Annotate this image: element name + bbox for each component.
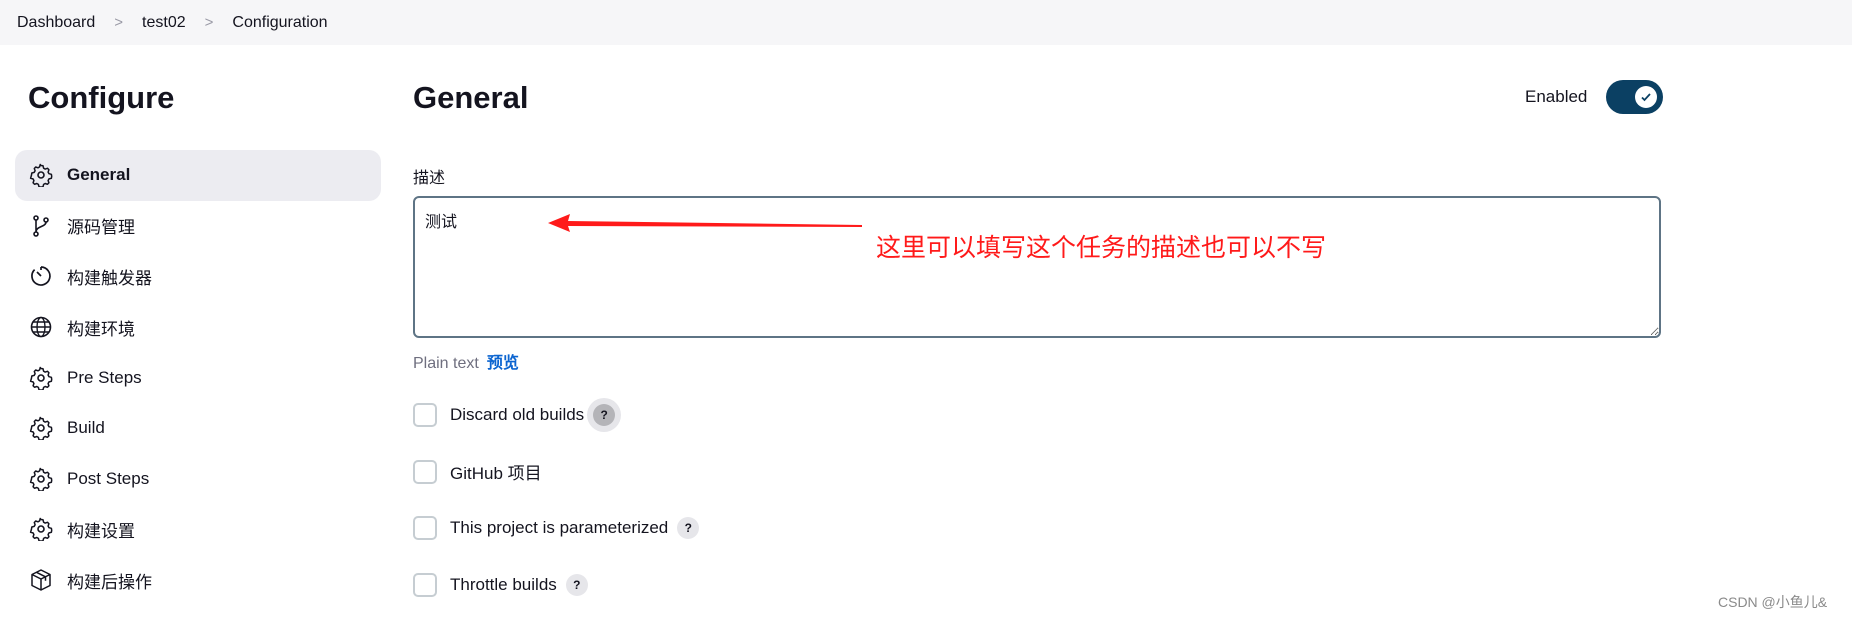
option-checkbox-row: GitHub 项目 bbox=[413, 459, 542, 484]
plain-text-label: Plain text bbox=[413, 355, 479, 372]
enabled-toggle[interactable] bbox=[1606, 80, 1664, 114]
description-label: 描述 bbox=[413, 170, 446, 187]
sidebar-item-1[interactable]: 源码管理 bbox=[15, 201, 381, 252]
checkbox[interactable] bbox=[413, 516, 437, 540]
sidebar-item-6[interactable]: Post Steps bbox=[15, 454, 381, 505]
checkbox[interactable] bbox=[413, 403, 437, 427]
sidebar-item-label: 源码管理 bbox=[67, 218, 135, 238]
sidebar-item-label: 构建触发器 bbox=[67, 268, 152, 288]
timer-icon bbox=[31, 266, 51, 287]
help-icon[interactable]: ? bbox=[593, 404, 616, 426]
help-icon[interactable]: ? bbox=[565, 574, 588, 596]
breadcrumb-dashboard[interactable]: Dashboard bbox=[17, 14, 95, 32]
option-checkbox-row: This project is parameterized? bbox=[413, 516, 700, 540]
preview-link[interactable]: 预览 bbox=[487, 355, 519, 372]
check-icon bbox=[1635, 86, 1658, 108]
checkbox-label[interactable]: This project is parameterized bbox=[450, 518, 668, 538]
option-checkbox-row: Discard old builds? bbox=[413, 403, 616, 427]
watermark: CSDN @小鱼儿& bbox=[1718, 594, 1828, 610]
sidebar-item-2[interactable]: 构建触发器 bbox=[15, 251, 381, 302]
branch-icon bbox=[33, 215, 49, 237]
sidebar-item-label: 构建后操作 bbox=[67, 572, 152, 592]
package-icon bbox=[31, 569, 51, 591]
option-checkbox-row: Throttle builds? bbox=[413, 573, 588, 597]
checkbox-label[interactable]: Discard old builds bbox=[450, 405, 584, 425]
sidebar-item-8[interactable]: 构建后操作 bbox=[15, 555, 381, 606]
breadcrumb-job[interactable]: test02 bbox=[142, 14, 186, 32]
globe-icon bbox=[30, 316, 52, 338]
gear-icon bbox=[29, 518, 53, 542]
sidebar-item-4[interactable]: Pre Steps bbox=[15, 352, 381, 403]
chevron-right-icon: > bbox=[114, 14, 124, 31]
enabled-toggle-group: Enabled bbox=[1525, 80, 1664, 114]
checkbox[interactable] bbox=[413, 573, 437, 597]
gear-icon bbox=[29, 366, 53, 390]
sidebar-item-label: Post Steps bbox=[67, 468, 150, 488]
sidebar-title: Configure bbox=[28, 80, 175, 115]
page-title: General bbox=[413, 80, 529, 115]
gear-icon bbox=[29, 417, 53, 441]
sidebar-item-label: Build bbox=[67, 418, 105, 438]
checkbox-label[interactable]: Throttle builds bbox=[450, 575, 557, 595]
breadcrumb-configuration[interactable]: Configuration bbox=[232, 14, 327, 32]
checkbox-label[interactable]: GitHub 项目 bbox=[450, 459, 542, 484]
sidebar-item-0[interactable]: General bbox=[15, 150, 381, 201]
gear-icon bbox=[29, 164, 53, 188]
sidebar-item-3[interactable]: 构建环境 bbox=[15, 302, 381, 353]
sidebar: General 源码管理构建触发器构建环境 Pre Steps Build Post S… bbox=[15, 150, 381, 605]
enabled-label: Enabled bbox=[1525, 87, 1588, 106]
sidebar-item-7[interactable]: 构建设置 bbox=[15, 504, 381, 555]
sidebar-item-label: General bbox=[67, 165, 131, 185]
annotation-text: 这里可以填写这个任务的描述也可以不写 bbox=[876, 234, 1327, 262]
sidebar-item-label: Pre Steps bbox=[67, 367, 142, 387]
chevron-right-icon: > bbox=[204, 14, 214, 31]
help-icon[interactable]: ? bbox=[677, 517, 700, 539]
sidebar-item-label: 构建设置 bbox=[67, 521, 135, 541]
annotation-arrow bbox=[548, 214, 862, 232]
sidebar-item-5[interactable]: Build bbox=[15, 403, 381, 454]
breadcrumb: Dashboard > test02 > Configuration bbox=[0, 0, 1852, 45]
format-hint: Plain text 预览 bbox=[413, 349, 519, 373]
checkbox[interactable] bbox=[413, 459, 437, 484]
sidebar-item-label: 构建环境 bbox=[67, 319, 135, 339]
gear-icon bbox=[29, 467, 53, 491]
